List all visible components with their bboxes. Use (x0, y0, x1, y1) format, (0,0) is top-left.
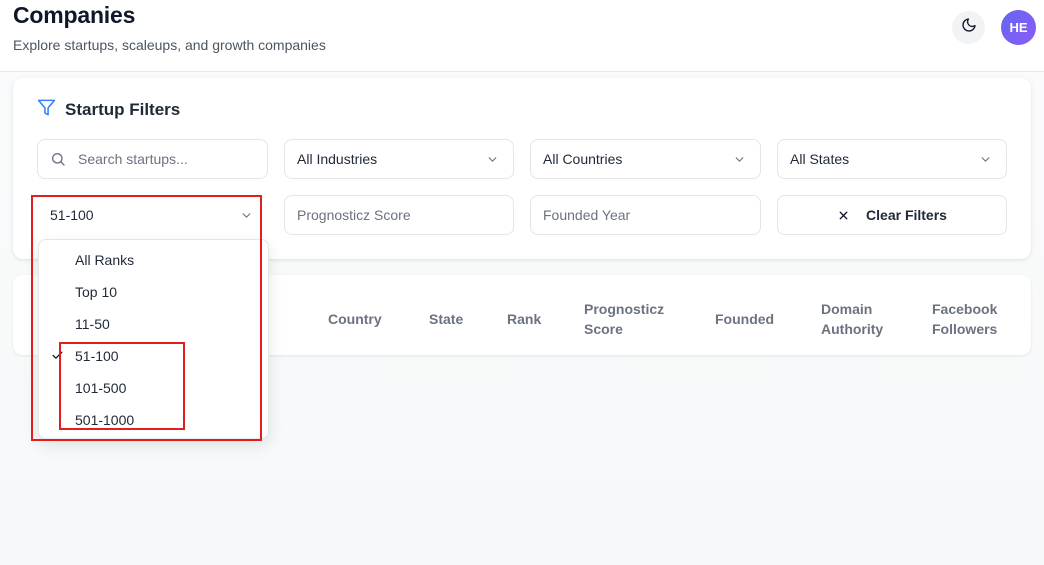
chevron-down-icon (733, 153, 746, 169)
column-header-rank[interactable]: Rank (507, 309, 541, 329)
column-header-country[interactable]: Country (328, 309, 382, 329)
option-label: 501-1000 (75, 412, 135, 428)
option-label: Top 10 (75, 284, 118, 300)
founded-placeholder: Founded Year (543, 207, 631, 223)
option-label: 101-500 (75, 380, 127, 396)
rank-select[interactable]: 51-100 (37, 195, 268, 235)
column-header-text: Domain (821, 301, 873, 317)
state-select[interactable]: All States (777, 139, 1007, 179)
search-icon (50, 151, 66, 167)
option-label: 51-100 (75, 348, 119, 364)
rank-option-101-500[interactable]: 101-500 (39, 372, 268, 404)
column-header-text: Score (584, 321, 623, 337)
prognosticz-score-input[interactable]: Prognosticz Score (284, 195, 514, 235)
state-value: All States (790, 151, 850, 167)
industry-value: All Industries (297, 151, 378, 167)
check-icon (51, 349, 64, 365)
column-header-text: Authority (821, 321, 884, 337)
page-title: Companies (13, 2, 136, 28)
column-header-founded[interactable]: Founded (715, 309, 774, 329)
chevron-down-icon (486, 153, 499, 169)
page-subtitle: Explore startups, scaleups, and growth c… (13, 37, 326, 53)
industry-select[interactable]: All Industries (284, 139, 514, 179)
rank-option-top-10[interactable]: Top 10 (39, 276, 268, 308)
chevron-down-icon (240, 209, 253, 225)
filter-icon (37, 98, 56, 122)
rank-option-all[interactable]: All Ranks (39, 244, 268, 276)
search-input[interactable]: Search startups... (37, 139, 268, 179)
avatar[interactable]: HE (1001, 10, 1036, 45)
column-header-text: Prognosticz (584, 301, 665, 317)
rank-option-11-50[interactable]: 11-50 (39, 308, 268, 340)
rank-option-501-1000[interactable]: 501-1000 (39, 404, 268, 436)
column-header-text: Facebook (932, 301, 998, 317)
clear-filters-label: Clear Filters (866, 207, 947, 223)
column-header-facebook-followers[interactable]: Facebook Followers (932, 299, 997, 339)
chevron-down-icon (979, 153, 992, 169)
search-placeholder: Search startups... (78, 151, 188, 167)
option-label: 11-50 (75, 316, 110, 332)
clear-filters-button[interactable]: Clear Filters (777, 195, 1007, 235)
filters-panel: Startup Filters Search startups... All I… (13, 78, 1031, 259)
column-header-prognosticz-score[interactable]: Prognosticz Score (584, 299, 664, 339)
page-header: Companies Explore startups, scaleups, an… (0, 0, 1044, 72)
founded-year-input[interactable]: Founded Year (530, 195, 761, 235)
country-value: All Countries (543, 151, 623, 167)
country-select[interactable]: All Countries (530, 139, 761, 179)
theme-toggle-button[interactable] (952, 11, 985, 44)
filters-title: Startup Filters (65, 100, 181, 119)
option-label: All Ranks (75, 252, 135, 268)
rank-value: 51-100 (50, 207, 94, 223)
column-header-text: Followers (932, 321, 998, 337)
page: Companies Explore startups, scaleups, an… (0, 0, 1044, 565)
close-icon (837, 209, 850, 222)
column-header-domain-authority[interactable]: Domain Authority (821, 299, 883, 339)
score-placeholder: Prognosticz Score (297, 207, 411, 223)
rank-dropdown-menu: All Ranks Top 10 11-50 51-100 101-500 50… (38, 239, 269, 439)
filters-heading: Startup Filters (37, 98, 180, 122)
moon-icon (961, 17, 977, 38)
rank-option-51-100[interactable]: 51-100 (39, 340, 268, 372)
column-header-state[interactable]: State (429, 309, 463, 329)
